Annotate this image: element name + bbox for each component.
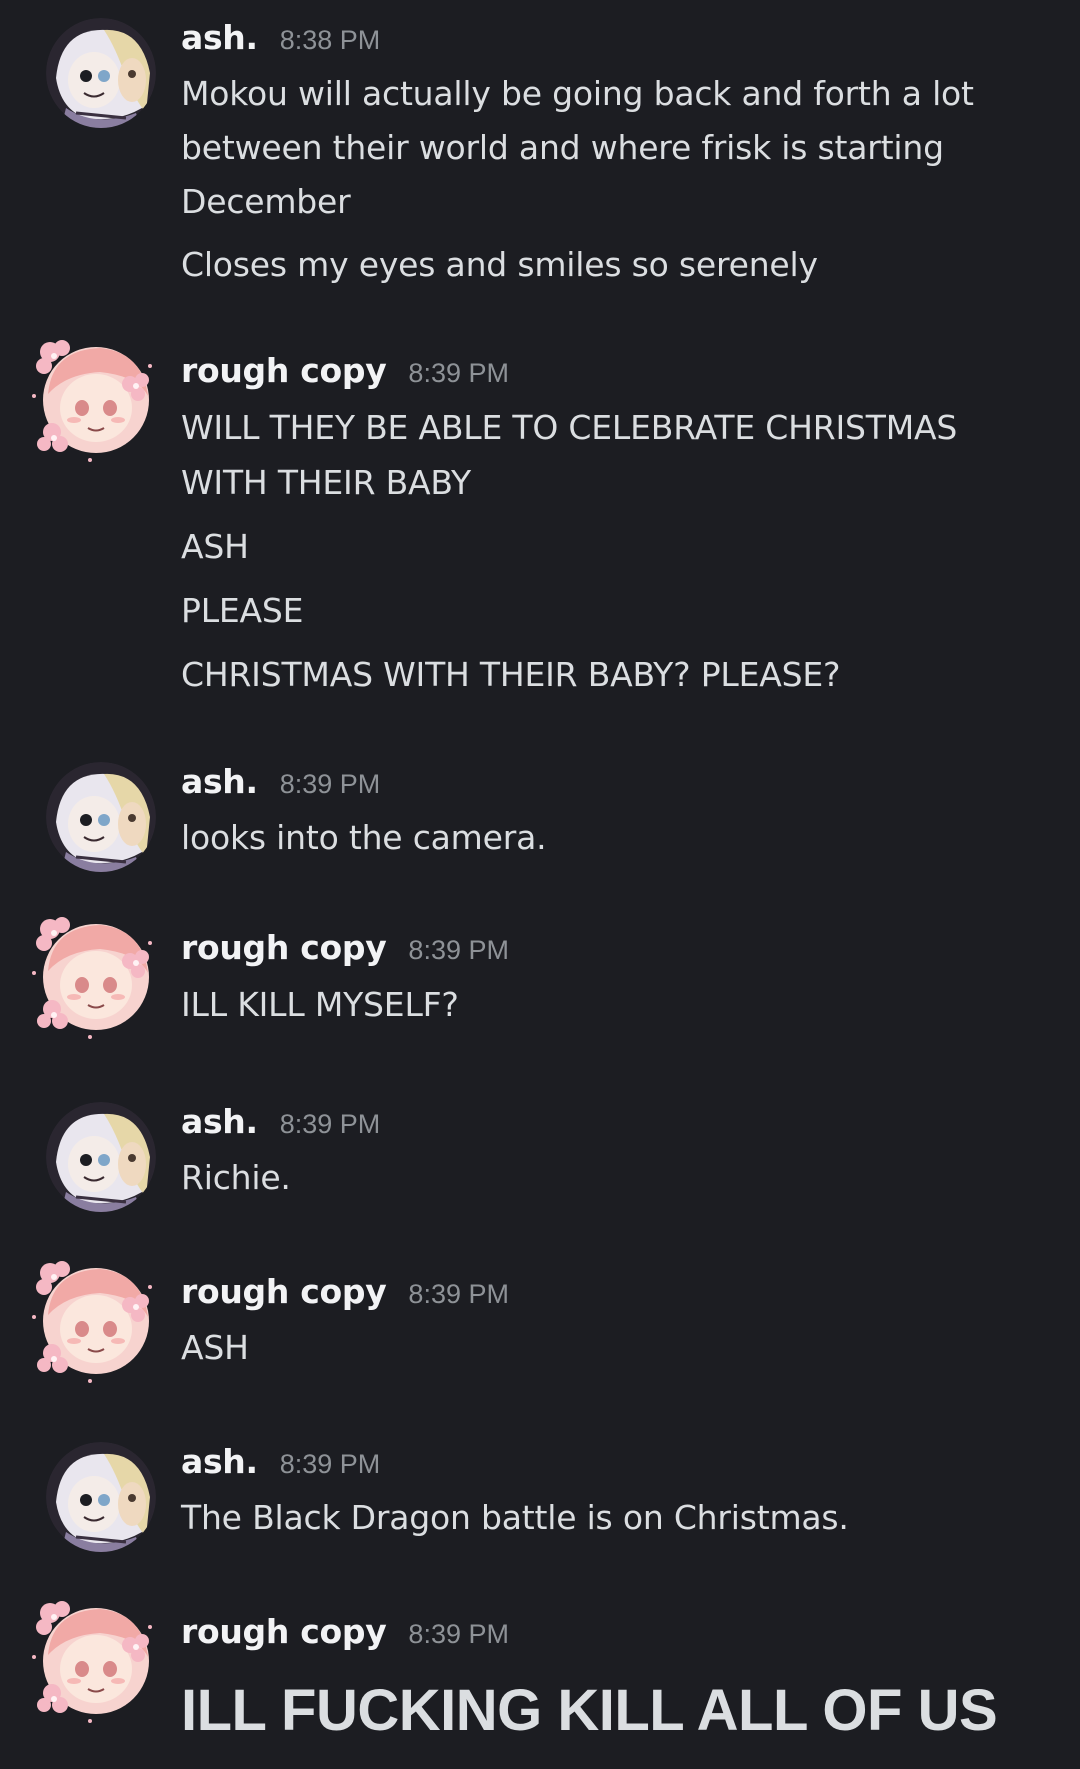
username[interactable]: rough copy — [181, 928, 387, 967]
message-header: rough copy 8:39 PM — [181, 1612, 509, 1660]
username[interactable]: ash. — [181, 1102, 258, 1141]
message-text: WITH THEIR BABY — [181, 463, 472, 502]
message-text: looks into the camera. — [181, 818, 547, 857]
user-avatar-ash[interactable] — [46, 1102, 156, 1212]
username[interactable]: ash. — [181, 1442, 258, 1481]
user-avatar-rough-copy[interactable] — [30, 336, 156, 462]
message-text: ASH — [181, 1328, 249, 1367]
message-text: December — [181, 182, 351, 221]
user-avatar-ash[interactable] — [46, 762, 156, 872]
username[interactable]: rough copy — [181, 1272, 387, 1311]
user-avatar-rough-copy[interactable] — [30, 1257, 156, 1383]
timestamp: 8:39 PM — [408, 1279, 509, 1309]
message-header: ash. 8:38 PM — [181, 18, 380, 66]
message-header: ash. 8:39 PM — [181, 1102, 380, 1150]
timestamp: 8:38 PM — [279, 25, 381, 55]
username[interactable]: rough copy — [181, 1612, 387, 1651]
timestamp: 8:39 PM — [279, 1109, 381, 1139]
message-header: ash. 8:39 PM — [181, 1442, 380, 1490]
timestamp: 8:39 PM — [408, 358, 509, 388]
message-text: CHRISTMAS WITH THEIR BABY? PLEASE? — [181, 655, 841, 694]
message-header: ash. 8:39 PM — [181, 762, 380, 810]
message-text: ASH — [181, 527, 249, 566]
message-header: rough copy 8:39 PM — [181, 351, 509, 399]
timestamp: 8:39 PM — [279, 1449, 381, 1479]
user-avatar-ash[interactable] — [46, 18, 156, 128]
timestamp: 8:39 PM — [408, 1619, 509, 1649]
user-avatar-ash[interactable] — [46, 1442, 156, 1552]
message-header: rough copy 8:39 PM — [181, 928, 509, 976]
username[interactable]: rough copy — [181, 351, 387, 390]
message-text: WILL THEY BE ABLE TO CELEBRATE CHRISTMAS — [181, 408, 958, 447]
user-avatar-rough-copy[interactable] — [30, 1597, 156, 1723]
message-text: ILL FUCKING KILL ALL OF US — [181, 1678, 998, 1743]
username[interactable]: ash. — [181, 762, 258, 801]
message-text: between their world and where frisk is s… — [181, 128, 944, 167]
message-text: Richie. — [181, 1158, 291, 1197]
timestamp: 8:39 PM — [408, 935, 509, 965]
message-text: PLEASE — [181, 591, 304, 630]
username[interactable]: ash. — [181, 18, 258, 57]
message-text: The Black Dragon battle is on Christmas. — [181, 1498, 849, 1537]
message-text: Closes my eyes and smiles so serenely — [181, 245, 818, 284]
timestamp: 8:39 PM — [279, 769, 381, 799]
message-text: Mokou will actually be going back and fo… — [181, 74, 974, 113]
message-text: ILL KILL MYSELF? — [181, 985, 459, 1024]
user-avatar-rough-copy[interactable] — [30, 913, 156, 1039]
message-header: rough copy 8:39 PM — [181, 1272, 509, 1320]
